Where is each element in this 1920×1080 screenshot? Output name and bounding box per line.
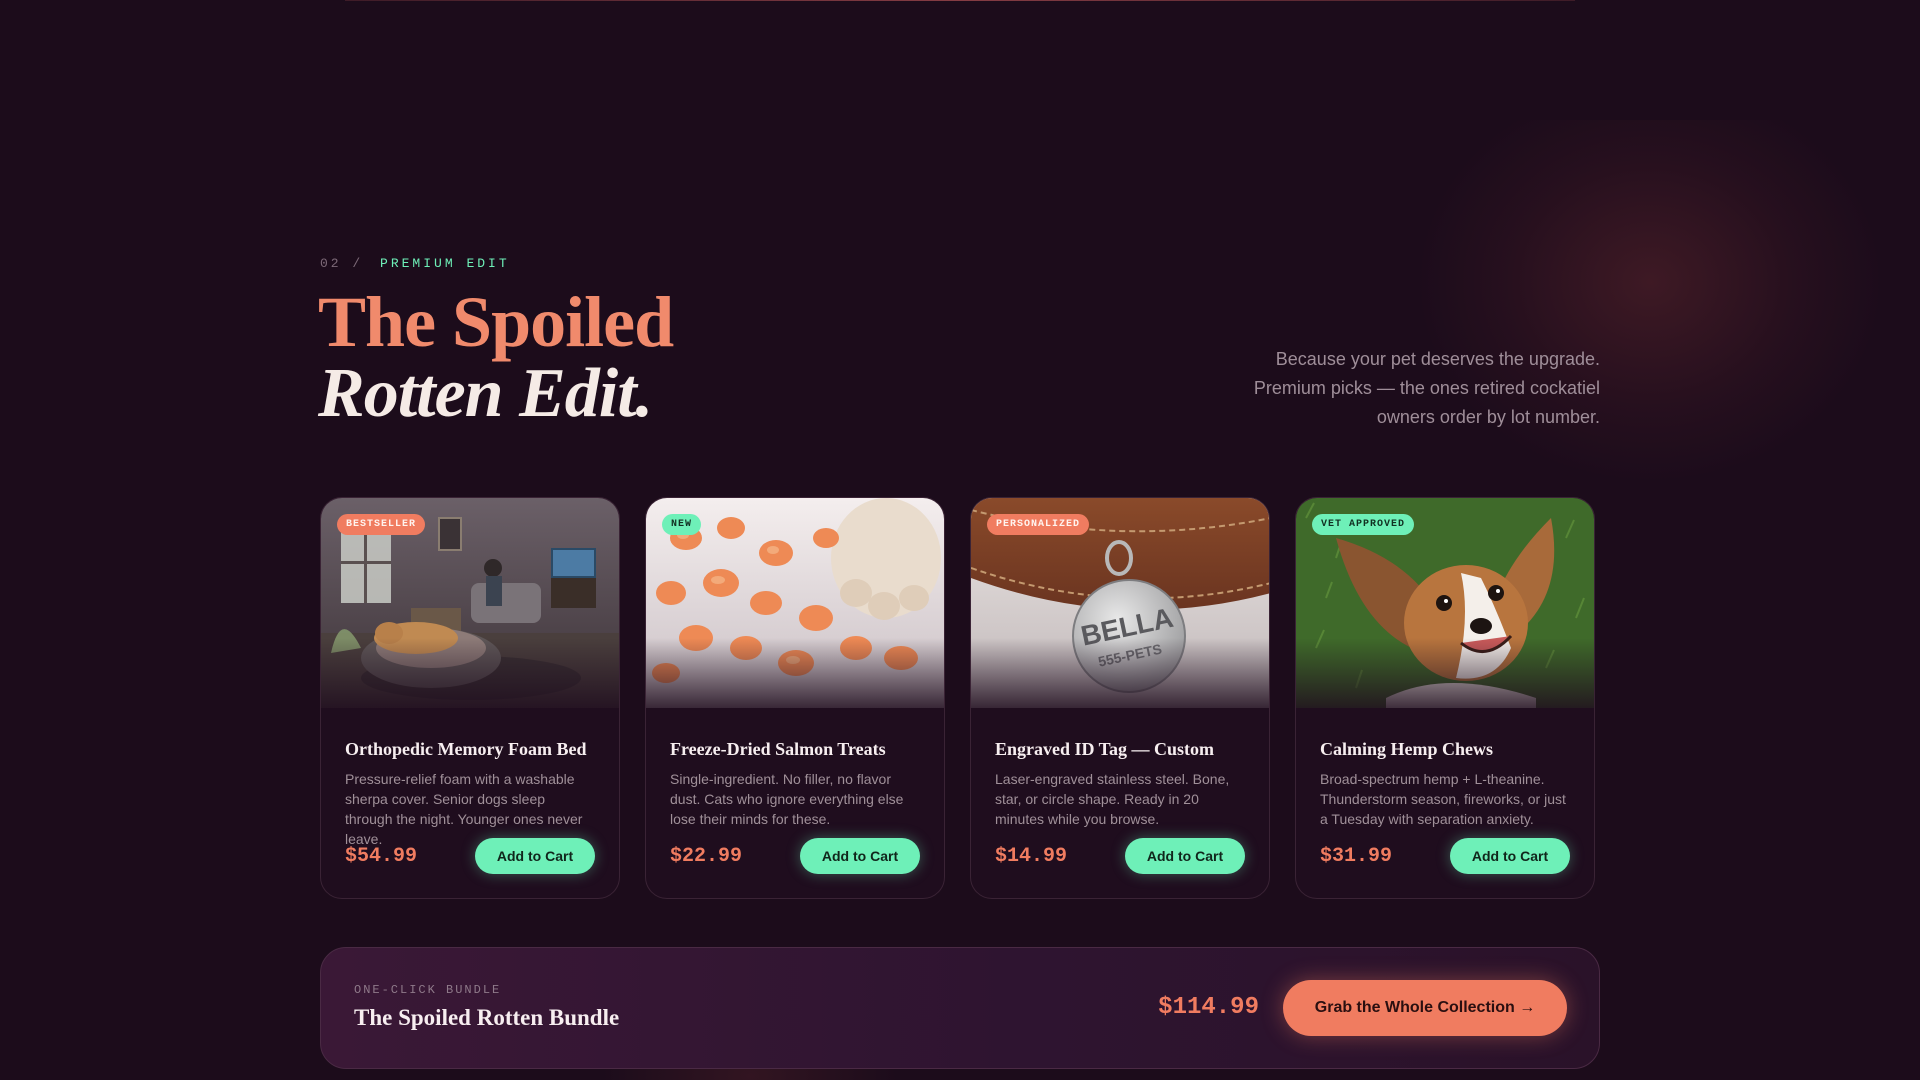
section-intro: Because your pet deserves the upgrade. P…	[1253, 349, 1600, 427]
grab-collection-button[interactable]: Grab the Whole Collection →	[1283, 980, 1567, 1036]
product-description: Laser-engraved stainless steel. Bone, st…	[995, 771, 1230, 827]
bundle-banner: ONE-CLICK BUNDLE The Spoiled Rotten Bund…	[320, 947, 1600, 1069]
product-title: Engraved ID Tag — Custom	[995, 739, 1215, 759]
product-card[interactable]: BESTSELLER Orthopedic Memory Foam Bed Pr…	[320, 497, 620, 899]
section-number: 02 /	[320, 256, 364, 271]
product-badge: PERSONALIZED	[987, 514, 1090, 535]
add-to-cart-button[interactable]: Add to Cart	[1450, 838, 1570, 874]
product-badge: NEW	[662, 514, 702, 535]
product-badge: BESTSELLER	[337, 514, 426, 535]
bundle-eyebrow: ONE-CLICK BUNDLE	[354, 983, 502, 997]
section-eyebrow: 02 / PREMIUM EDIT	[320, 256, 510, 271]
section-label: PREMIUM EDIT	[380, 256, 510, 271]
product-price: $14.99	[995, 844, 1068, 868]
product-card[interactable]: BELLA 555-PETS PERSONALIZED Engraved ID …	[970, 497, 1270, 899]
add-to-cart-button[interactable]: Add to Cart	[475, 838, 595, 874]
section-title: The Spoiled Rotten Edit.	[318, 282, 674, 432]
product-card[interactable]: NEW Freeze-Dried Salmon Treats Single-in…	[645, 497, 945, 899]
bundle-price: $114.99	[1158, 994, 1259, 1021]
product-description: Single-ingredient. No filler, no flavor …	[670, 771, 904, 827]
product-image-id-tag: BELLA 555-PETS PERSONALIZED	[971, 498, 1269, 708]
product-description: Broad-spectrum hemp + L-theanine. Thunde…	[1320, 771, 1566, 827]
bundle-title: The Spoiled Rotten Bundle	[354, 1005, 620, 1030]
product-image-dog-bed: BESTSELLER	[321, 498, 619, 708]
title-line-1: The Spoiled	[318, 282, 674, 362]
add-to-cart-button[interactable]: Add to Cart	[1125, 838, 1245, 874]
product-badge: VET APPROVED	[1312, 514, 1415, 535]
product-card[interactable]: VET APPROVED Calming Hemp Chews Broad-sp…	[1295, 497, 1595, 899]
product-title: Orthopedic Memory Foam Bed	[345, 739, 587, 759]
product-title: Freeze-Dried Salmon Treats	[670, 739, 886, 759]
product-price: $31.99	[1320, 844, 1393, 868]
product-image-salmon-treats: NEW	[646, 498, 944, 708]
product-title: Calming Hemp Chews	[1320, 739, 1494, 759]
top-divider	[345, 0, 1575, 1]
add-to-cart-button[interactable]: Add to Cart	[800, 838, 920, 874]
product-image-beagle: VET APPROVED	[1296, 498, 1594, 708]
product-description: Pressure-relief foam with a washable she…	[345, 771, 583, 847]
product-grid: BESTSELLER Orthopedic Memory Foam Bed Pr…	[320, 497, 1600, 899]
title-line-2: Rotten Edit.	[318, 355, 653, 432]
product-price: $54.99	[345, 844, 418, 868]
tag-engraving-phone: 555-PETS	[1097, 641, 1164, 670]
product-price: $22.99	[670, 844, 743, 868]
